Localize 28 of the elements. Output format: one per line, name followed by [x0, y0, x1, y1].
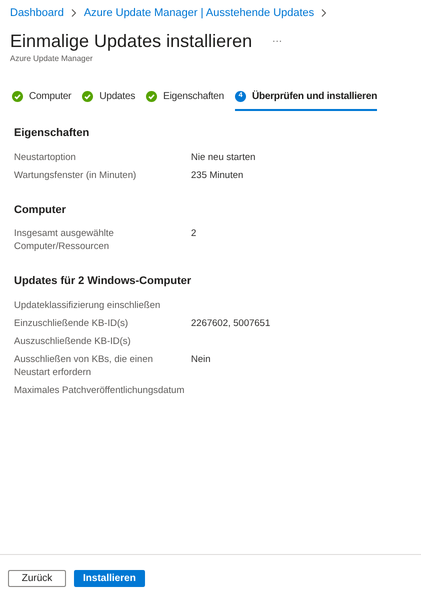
wizard-tab[interactable]: Eigenschaften — [146, 89, 224, 111]
breadcrumb-link[interactable]: Dashboard — [10, 4, 64, 22]
field-value: 2 — [191, 227, 196, 241]
page-subtitle: Azure Update Manager — [10, 53, 94, 65]
field-value: 235 Minuten — [191, 168, 244, 182]
section-heading: Updates für 2 Windows-Computer — [14, 274, 192, 289]
field-label: Einzuschließende KB-ID(s) — [14, 316, 130, 330]
back-button[interactable]: Zurück — [8, 570, 66, 587]
field-value: Nie neu starten — [191, 150, 256, 164]
section-heading: Eigenschaften — [14, 126, 90, 141]
chevron-right-icon — [321, 9, 328, 17]
field-label: Wartungsfenster (in Minuten) — [14, 168, 138, 182]
field-label: Neustartoption — [14, 150, 77, 164]
field-value: Nein — [191, 352, 211, 366]
field-label: Insgesamt ausgewählte Computer/Ressourcen — [14, 227, 115, 253]
page-title: Einmalige Updates installieren — [10, 30, 252, 53]
field-label: Maximales Patchveröffentlichungsdatum — [14, 384, 186, 396]
wizard-tab[interactable]: Updates — [82, 89, 136, 111]
field-label: Auszuschließende KB-ID(s) — [14, 334, 132, 348]
chevron-right-icon — [70, 9, 77, 17]
field-value: 2267602, 5007651 — [191, 316, 270, 330]
more-button[interactable]: ··· — [272, 34, 282, 48]
install-button[interactable]: Installieren — [74, 570, 145, 587]
field-label: Updateklassifizierung einschließen — [14, 298, 162, 312]
breadcrumb-link[interactable]: Azure Update Manager | Ausstehende Updates — [84, 4, 314, 22]
section-heading: Computer — [14, 202, 67, 218]
field-label: Ausschließen von KBs, die einen Neustart erfordern — [14, 352, 154, 378]
wizard-tab[interactable]: Computer — [12, 89, 72, 111]
